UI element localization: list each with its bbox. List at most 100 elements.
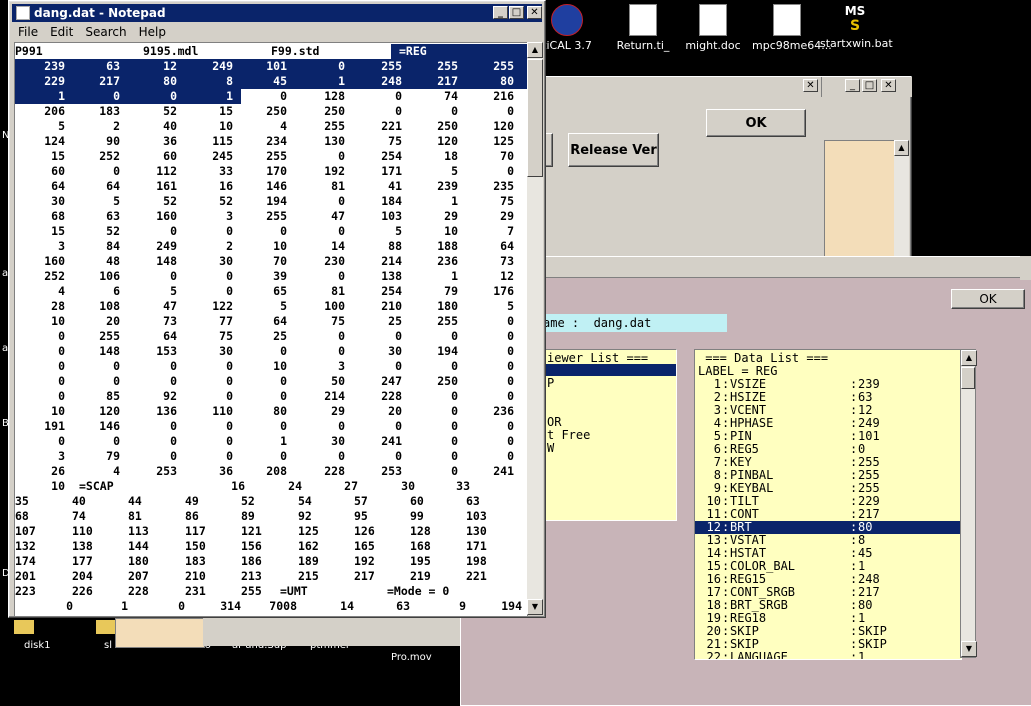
data-value: 75 [500, 194, 514, 208]
background-panel [115, 618, 205, 648]
data-text: 180 [128, 554, 149, 568]
data-value: 245 [212, 149, 233, 163]
data-list-item[interactable]: 22: LANGUAGE:1 [695, 651, 961, 660]
data-text: 99 [410, 509, 424, 523]
desktop-icon[interactable]: Return.ti_ [608, 4, 678, 52]
data-value: 48 [106, 254, 120, 268]
scroll-up-icon[interactable]: ▲ [527, 42, 543, 58]
data-value: 250 [324, 104, 345, 118]
ok-button[interactable]: OK [951, 289, 1025, 309]
data-text: 113 [128, 524, 149, 538]
scroll-thumb[interactable] [527, 59, 543, 177]
data-text: 217 [354, 569, 375, 583]
desktop-icon[interactable]: might.doc [678, 4, 748, 52]
scroll-down-icon[interactable]: ▼ [961, 641, 977, 657]
folder-icon[interactable] [14, 620, 34, 634]
scroll-down-icon[interactable]: ▼ [527, 599, 543, 615]
data-text: F99.std [271, 44, 320, 58]
menu-help[interactable]: Help [139, 25, 166, 39]
minimize-icon[interactable]: _ [493, 6, 508, 19]
item-number: 22 [706, 650, 721, 660]
data-value: 120 [99, 404, 120, 418]
data-value: 0 [178, 599, 185, 613]
panel-scrollbar[interactable]: ▲ [894, 140, 909, 265]
notepad-menubar: File Edit Search Help [12, 23, 548, 41]
data-value: 0 [170, 359, 177, 373]
maximize-icon[interactable]: □ [862, 79, 877, 92]
data-text: 86 [185, 509, 199, 523]
maximize-icon[interactable]: □ [509, 6, 524, 19]
minimize-icon[interactable]: _ [845, 79, 860, 92]
data-value: 0 [280, 389, 287, 403]
data-value: 12 [163, 59, 177, 73]
data-list[interactable]: === Data List === LABEL = REG 1: VSIZE:23… [694, 349, 962, 660]
data-value: 0 [58, 329, 65, 343]
data-value: 120 [437, 134, 458, 148]
data-value: 1 [121, 599, 128, 613]
data-value: 30 [331, 434, 345, 448]
text-line: 201 204 207 210 213 215 217 219 221 [15, 569, 527, 584]
data-value: 0 [280, 89, 287, 103]
release-ver-button[interactable]: Release Ver [568, 133, 659, 167]
desktop-icon[interactable]: MS S startxwin.bat [820, 4, 893, 50]
data-value: 106 [99, 269, 120, 283]
data-value: 0 [170, 269, 177, 283]
data-value: 3 [226, 209, 233, 223]
notepad-text-area[interactable]: P991 9195.mdl F99.std =REG 239 63 12 249 101 0 255… [14, 42, 528, 617]
data-value: 2 [226, 239, 233, 253]
data-value: 0 [451, 434, 458, 448]
notepad-titlebar[interactable]: dang.dat - Notepad _ □ ✕ [12, 4, 542, 22]
close-icon[interactable]: ✕ [527, 6, 542, 19]
viewer-list-item[interactable]: W [547, 442, 554, 455]
data-value: 88 [388, 239, 402, 253]
data-value: 210 [381, 299, 402, 313]
video-file-icon [629, 4, 657, 36]
data-value: 5 [280, 299, 287, 313]
data-value: 183 [99, 104, 120, 118]
data-value: 138 [381, 269, 402, 283]
data-value: 85 [106, 389, 120, 403]
folder-icon[interactable] [96, 620, 116, 634]
data-list-scrollbar[interactable]: ▲ ▼ [960, 349, 977, 658]
desktop-icon-label[interactable]: Pro.mov [391, 652, 432, 663]
text-line: 35 40 44 49 52 54 57 60 63 [15, 494, 527, 509]
menu-edit[interactable]: Edit [50, 25, 73, 39]
data-value: 20 [388, 404, 402, 418]
desktop-icon[interactable]: mpc98me64... [752, 4, 832, 52]
data-value: 64 [163, 329, 177, 343]
viewer-list-item[interactable]: P [547, 377, 554, 390]
data-value: 80 [163, 74, 177, 88]
data-value: 249 [212, 59, 233, 73]
notepad-vertical-scrollbar[interactable]: ▲ ▼ [527, 42, 543, 615]
viewer-selected-item[interactable] [544, 364, 676, 376]
data-value: 124 [44, 134, 65, 148]
data-value: 250 [266, 104, 287, 118]
data-value: 208 [266, 464, 287, 478]
data-text: 195 [410, 554, 431, 568]
text-line: 239 63 12 249 101 0 255 255 255 [15, 59, 527, 74]
data-text: 92 [298, 509, 312, 523]
text-line: 174 177 180 183 186 189 192 195 198 [15, 554, 527, 569]
text-line: 28 108 47 122 5 100 210 180 5 [15, 299, 527, 314]
scroll-thumb[interactable] [961, 367, 975, 389]
data-value: 75 [219, 329, 233, 343]
dialog-titlebar [461, 257, 1031, 278]
data-value: 47 [331, 209, 345, 223]
close-icon[interactable]: ✕ [881, 79, 896, 92]
data-text: 255 [241, 584, 262, 598]
desktop-icon-label[interactable]: disk1 [24, 640, 51, 651]
scroll-up-icon[interactable]: ▲ [894, 140, 909, 156]
data-value: 0 [280, 374, 287, 388]
viewer-list[interactable]: iewer List === P OR t Free W [543, 349, 677, 521]
desktop-icon-label[interactable]: sl [104, 640, 112, 651]
scroll-up-icon[interactable]: ▲ [961, 350, 977, 366]
text-line: 30 5 52 52 194 0 184 1 75 [15, 194, 527, 209]
data-value: 236 [437, 254, 458, 268]
menu-search[interactable]: Search [85, 25, 126, 39]
item-value: 1 [858, 650, 866, 660]
menu-file[interactable]: File [18, 25, 38, 39]
data-value: 0 [395, 89, 402, 103]
data-value: 5 [170, 284, 177, 298]
ok-button[interactable]: OK [706, 109, 806, 137]
close-icon[interactable]: ✕ [803, 79, 818, 92]
